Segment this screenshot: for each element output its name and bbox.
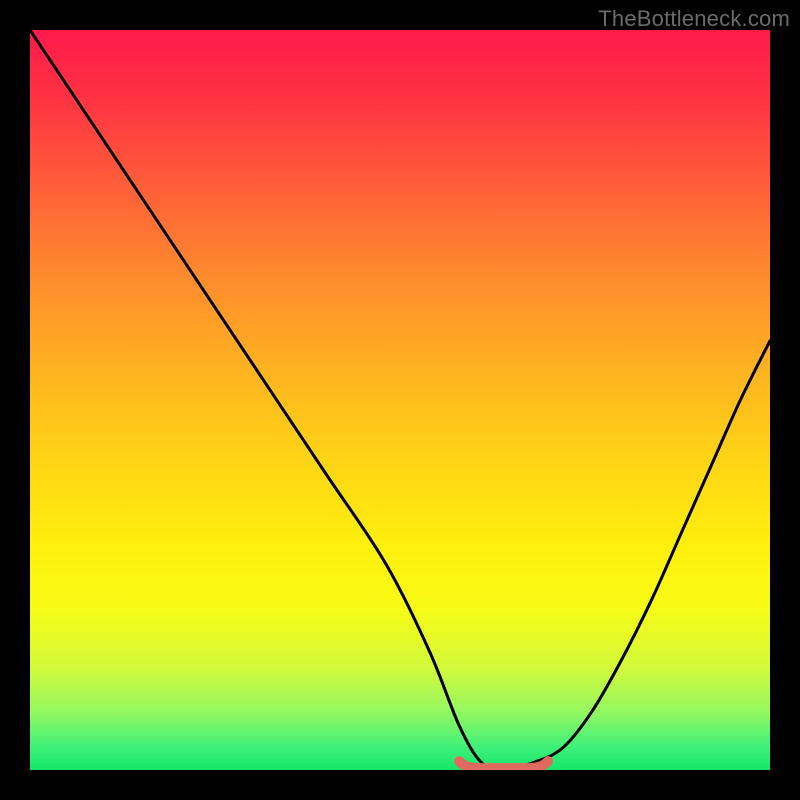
bottleneck-curve bbox=[30, 30, 770, 770]
curve-layer bbox=[30, 30, 770, 770]
plot-area bbox=[30, 30, 770, 770]
watermark-text: TheBottleneck.com bbox=[598, 6, 790, 32]
chart-frame: TheBottleneck.com bbox=[0, 0, 800, 800]
